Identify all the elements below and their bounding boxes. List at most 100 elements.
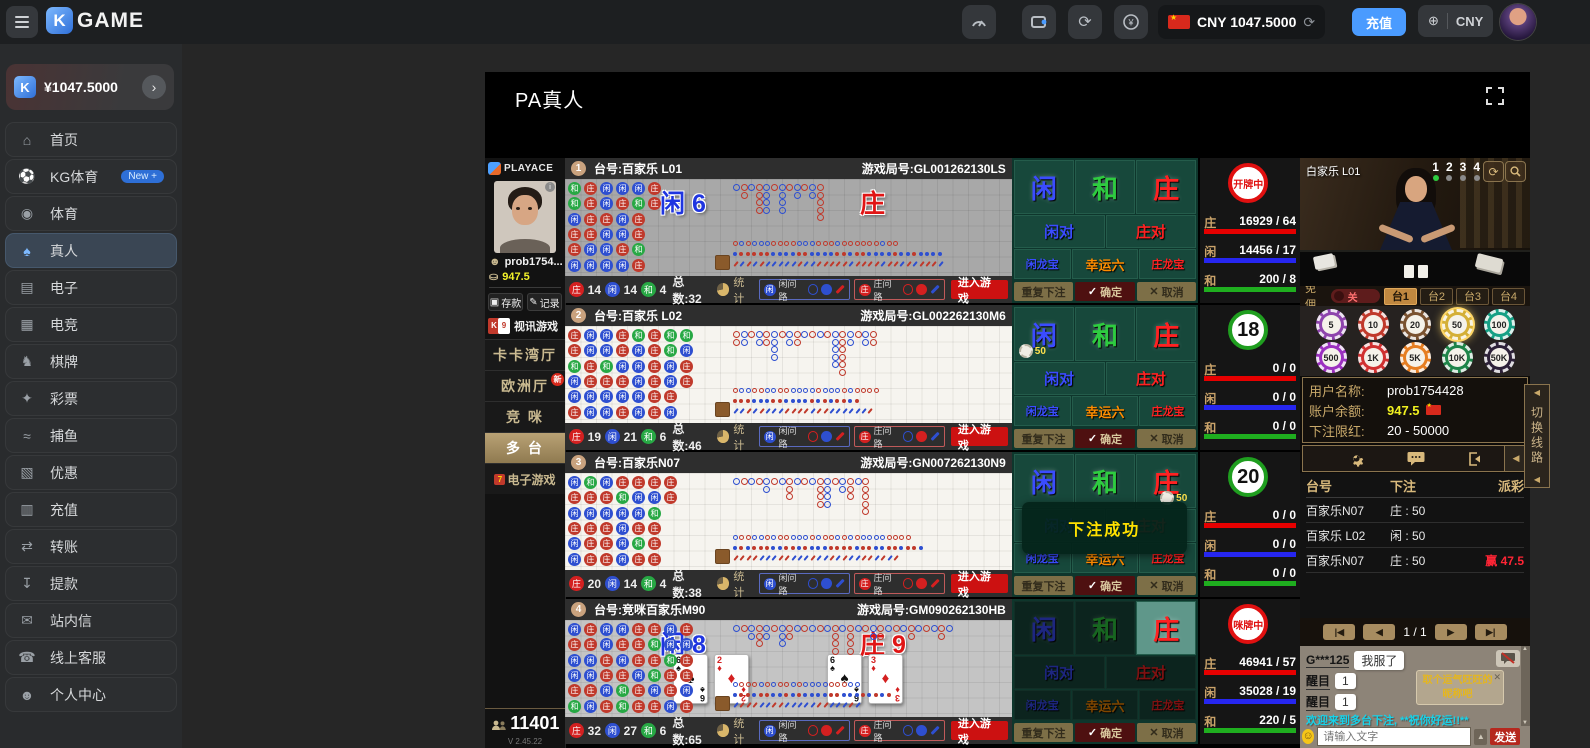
sidebar-item-chess[interactable]: ♞棋牌 xyxy=(5,344,177,379)
hall-item[interactable]: 欧洲厅新 xyxy=(485,370,565,401)
switch-line-tab[interactable]: ◀ 切换线路 ◀ xyxy=(1524,384,1550,488)
sidebar-item-withdraw[interactable]: ↧提款 xyxy=(5,566,177,601)
refresh-icon[interactable]: ⟳ xyxy=(1068,5,1102,39)
info-icon[interactable]: i xyxy=(545,182,555,192)
currency-exchange-icon[interactable]: ¥ xyxy=(1114,5,1148,39)
sidebar-item-soccer[interactable]: ⚽KG体育New + xyxy=(5,159,177,194)
bet-tie[interactable]: 和 xyxy=(1075,307,1135,361)
chip-10[interactable]: 10 xyxy=(1358,309,1389,340)
confirm-button[interactable]: ✓确定 xyxy=(1075,576,1135,595)
records-button[interactable]: ✎记录 xyxy=(527,293,562,311)
chip-10K[interactable]: 10K xyxy=(1442,342,1473,373)
sidebar-item-gift[interactable]: ▧优惠 xyxy=(5,455,177,490)
cancel-button[interactable]: ✕取消 xyxy=(1137,723,1197,742)
sidebar-item-slot[interactable]: ▤电子 xyxy=(5,270,177,305)
bet-player[interactable]: 闲 xyxy=(1014,454,1074,508)
chip-500[interactable]: 500 xyxy=(1316,342,1347,373)
bet-tie[interactable]: 和 xyxy=(1075,454,1135,508)
video-zoom-icon[interactable] xyxy=(1505,161,1526,182)
bet-banker[interactable]: 庄50 xyxy=(1136,454,1196,508)
wallet-card-icon[interactable] xyxy=(1022,5,1056,39)
cancel-button[interactable]: ✕取消 xyxy=(1137,282,1197,301)
video-games-item[interactable]: K9 视讯游戏 xyxy=(485,313,565,339)
confirm-button[interactable]: ✓确定 xyxy=(1075,282,1135,301)
camera-2[interactable]: 2 xyxy=(1446,161,1453,181)
bet-lucky6[interactable]: 幸运六 xyxy=(1072,249,1139,279)
user-avatar[interactable] xyxy=(1500,4,1536,40)
stats-pie-icon[interactable] xyxy=(717,577,730,590)
emoji-icon[interactable]: ☺ xyxy=(1302,729,1314,744)
bet-player[interactable]: 闲50 xyxy=(1014,307,1074,361)
bet-player-dragon[interactable]: 闲龙宝 xyxy=(1014,249,1071,279)
table-tab-1[interactable]: 台1 xyxy=(1384,288,1417,305)
rebet-button[interactable]: 重复下注 xyxy=(1014,429,1074,448)
bet-player-pair[interactable]: 闲对 xyxy=(1014,215,1105,248)
ask-road-player[interactable]: 闲 闲问路 xyxy=(759,573,850,594)
chip-1K[interactable]: 1K xyxy=(1358,342,1389,373)
bet-banker-dragon[interactable]: 庄龙宝 xyxy=(1139,249,1196,279)
rebet-button[interactable]: 重复下注 xyxy=(1014,723,1074,742)
enter-game-button[interactable]: 进入游戏 xyxy=(951,427,1008,446)
settings-gear-icon[interactable] xyxy=(1348,450,1365,467)
exit-door-icon[interactable] xyxy=(1467,451,1483,467)
deposit-button[interactable]: ▣存款 xyxy=(488,293,523,311)
sidebar-item-wallet[interactable]: ▥充值 xyxy=(5,492,177,527)
prev-page-button[interactable]: ◀ xyxy=(1363,624,1395,640)
wallet-card[interactable]: K ¥1047.5000 › xyxy=(6,64,174,110)
chat-input[interactable] xyxy=(1317,727,1471,746)
no-commission-toggle[interactable]: 关 xyxy=(1331,289,1380,303)
stats-pie-icon[interactable] xyxy=(717,430,730,443)
chat-bubble-icon[interactable] xyxy=(1407,451,1425,466)
speed-gauge-icon[interactable] xyxy=(962,5,996,39)
chip-50[interactable]: 50 xyxy=(1442,309,1473,340)
cancel-button[interactable]: ✕取消 xyxy=(1137,576,1197,595)
bet-player-dragon[interactable]: 闲龙宝 xyxy=(1014,690,1071,720)
bet-banker[interactable]: 庄 xyxy=(1136,601,1196,655)
ask-road-banker[interactable]: 庄 庄问路 xyxy=(854,573,945,594)
rebet-button[interactable]: 重复下注 xyxy=(1014,282,1074,301)
send-button[interactable]: 发送 xyxy=(1490,728,1520,745)
wallet-expand-icon[interactable]: › xyxy=(142,75,166,99)
sidebar-item-gamepad[interactable]: ▦电竞 xyxy=(5,307,177,342)
hall-item[interactable]: 多 台 xyxy=(485,432,565,463)
enter-game-button[interactable]: 进入游戏 xyxy=(951,721,1008,740)
recharge-button[interactable]: 充值 xyxy=(1352,8,1406,36)
bet-player[interactable]: 闲 xyxy=(1014,601,1074,655)
bet-banker-pair[interactable]: 庄对 xyxy=(1106,656,1197,689)
hamburger-menu-icon[interactable] xyxy=(6,6,38,38)
first-page-button[interactable]: |◀ xyxy=(1323,624,1355,640)
ask-road-player[interactable]: 闲 闲问路 xyxy=(759,426,850,447)
ask-road-banker[interactable]: 庄 庄问路 xyxy=(854,426,945,447)
ask-road-player[interactable]: 闲 闲问路 xyxy=(759,279,850,300)
table-tab-3[interactable]: 台3 xyxy=(1456,288,1489,305)
ask-road-banker[interactable]: 庄 庄问路 xyxy=(854,720,945,741)
sidebar-item-mail[interactable]: ✉站内信 xyxy=(5,603,177,638)
balance-refresh-icon[interactable]: ⟳ xyxy=(1303,14,1315,31)
brand-logo[interactable]: K GAME xyxy=(46,7,144,34)
chip-5K[interactable]: 5K xyxy=(1400,342,1431,373)
hall-item[interactable]: 7电子游戏 xyxy=(485,463,565,494)
sidebar-item-lottery[interactable]: ✦彩票 xyxy=(5,381,177,416)
bet-lucky6[interactable]: 幸运六 xyxy=(1072,396,1139,426)
cancel-button[interactable]: ✕取消 xyxy=(1137,429,1197,448)
chip-20[interactable]: 20 xyxy=(1400,309,1431,340)
table-tab-2[interactable]: 台2 xyxy=(1420,288,1453,305)
sidebar-item-basketball[interactable]: ◉体育 xyxy=(5,196,177,231)
bet-tie[interactable]: 和 xyxy=(1075,160,1135,214)
bet-player[interactable]: 闲 xyxy=(1014,160,1074,214)
bet-banker-pair[interactable]: 庄对 xyxy=(1106,215,1197,248)
chip-5[interactable]: 5 xyxy=(1316,309,1347,340)
sidebar-item-home[interactable]: ⌂首页 xyxy=(5,122,177,157)
sidebar-item-user[interactable]: ☻个人中心 xyxy=(5,677,177,712)
sidebar-item-cards[interactable]: ♠真人 xyxy=(5,233,177,268)
balance-display[interactable]: CNY 1047.5000 ⟳ xyxy=(1158,5,1325,39)
video-refresh-icon[interactable]: ⟳ xyxy=(1483,161,1504,182)
chip-50K[interactable]: 50K xyxy=(1484,342,1515,373)
bet-player-pair[interactable]: 闲对 xyxy=(1014,656,1105,689)
confirm-button[interactable]: ✓确定 xyxy=(1075,723,1135,742)
chat-options-button[interactable]: ▲ xyxy=(1474,729,1487,745)
enter-game-button[interactable]: 进入游戏 xyxy=(951,574,1008,593)
last-page-button[interactable]: ▶| xyxy=(1475,624,1507,640)
hall-item[interactable]: 卡卡湾厅 xyxy=(485,339,565,370)
player-avatar[interactable]: i xyxy=(494,181,556,253)
